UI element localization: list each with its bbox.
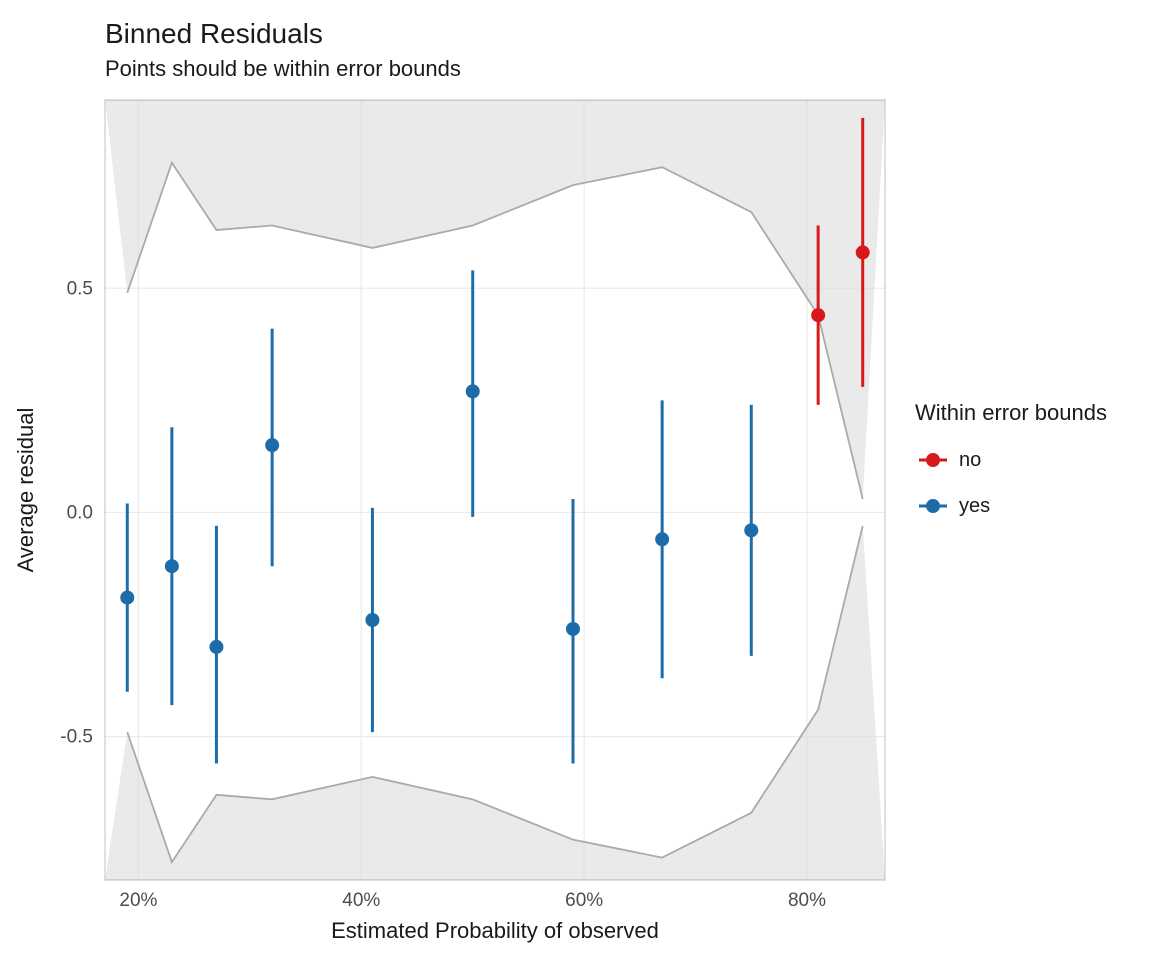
- data-point: [566, 622, 580, 636]
- x-axis-title: Estimated Probability of observed: [331, 918, 659, 943]
- x-tick-label: 40%: [342, 890, 380, 911]
- y-tick-label: 0.0: [67, 502, 93, 523]
- data-point: [856, 245, 870, 259]
- data-point: [744, 523, 758, 537]
- legend-label: no: [959, 449, 981, 471]
- chart-svg: 20% 40% 60% 80% -0.5 0.0 0.5 Estimated Probabil…: [0, 0, 1152, 960]
- data-point: [365, 613, 379, 627]
- data-point: [811, 308, 825, 322]
- legend-key-dot: [926, 499, 940, 513]
- legend: Within error bounds no yes: [915, 400, 1107, 517]
- y-tick-label: 0.5: [67, 278, 93, 299]
- data-point: [165, 559, 179, 573]
- data-point: [265, 438, 279, 452]
- data-point: [209, 640, 223, 654]
- legend-key-dot: [926, 453, 940, 467]
- data-point: [655, 532, 669, 546]
- legend-title: Within error bounds: [915, 400, 1107, 425]
- data-point: [466, 384, 480, 398]
- y-axis-title: Average residual: [13, 408, 38, 573]
- x-tick-label: 80%: [788, 890, 826, 911]
- x-tick-label: 20%: [119, 890, 157, 911]
- x-tick-label: 60%: [565, 890, 603, 911]
- legend-label: yes: [959, 495, 990, 517]
- chart-page: Binned Residuals Points should be within…: [0, 0, 1152, 960]
- data-point: [120, 591, 134, 605]
- y-tick-label: -0.5: [60, 727, 93, 748]
